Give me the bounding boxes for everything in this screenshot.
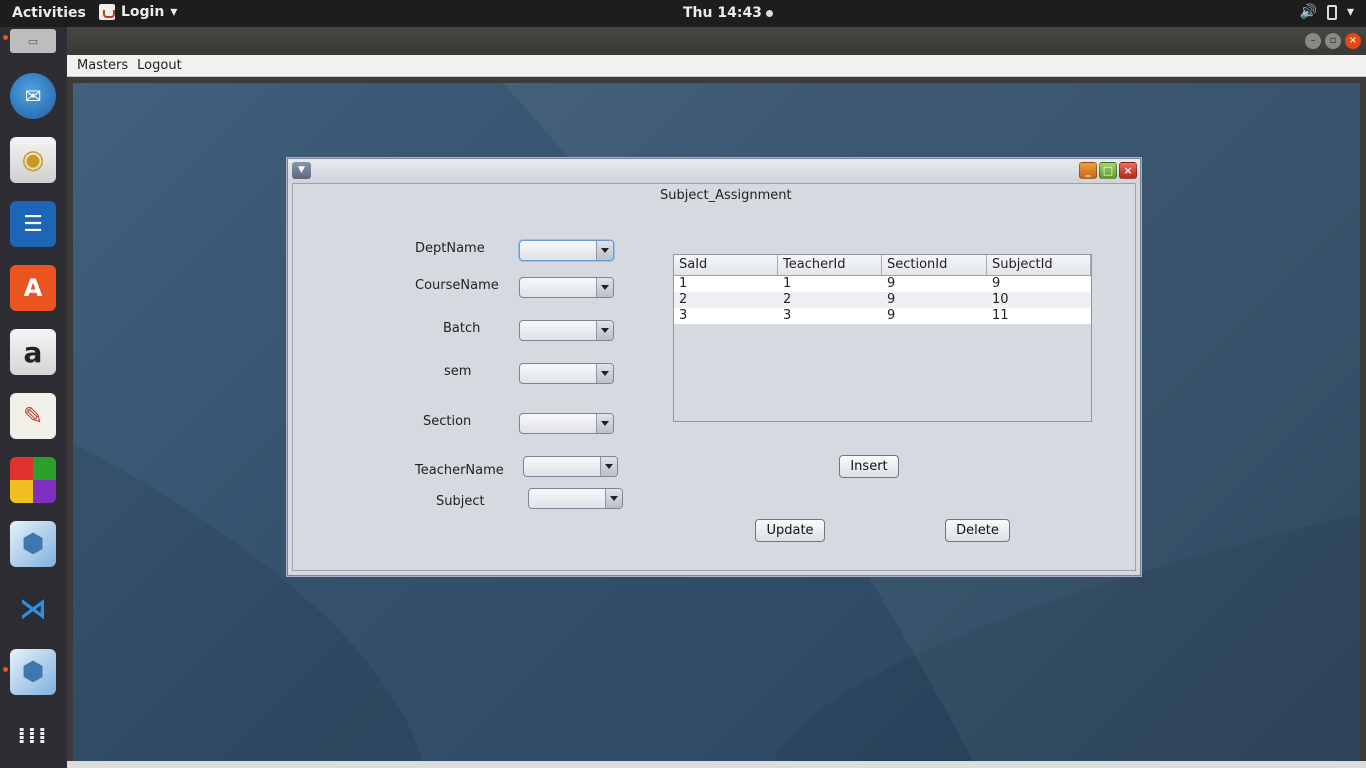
thunderbird-icon[interactable]: ✉ (10, 73, 56, 119)
window-bottom-border (67, 761, 1366, 768)
table-cell: 1 (679, 276, 688, 291)
clock-text: Thu 14:43 (683, 5, 762, 21)
app-menu-label: Login (121, 4, 165, 20)
battery-icon (1326, 4, 1337, 20)
table-row[interactable]: 3 3 9 11 (674, 308, 1091, 324)
system-tray[interactable]: 🔊 ▾ (1300, 4, 1354, 20)
menu-logout[interactable]: Logout (137, 58, 182, 73)
table-cell: 2 (679, 292, 688, 307)
sem-combo[interactable] (519, 363, 614, 384)
top-bar: Activities Login ▾ Thu 14:43 🔊 ▾ (0, 0, 1366, 27)
main-window: – ▫ × Masters Logout ▼ _ □ × Subject_Ass… (67, 27, 1366, 768)
section-combo[interactable] (519, 413, 614, 434)
subject-combo[interactable] (528, 488, 623, 509)
clock[interactable]: Thu 14:43 (683, 5, 773, 21)
column-header[interactable]: SaId (674, 255, 778, 275)
app-menu[interactable]: Login ▾ (99, 4, 177, 20)
batch-label: Batch (443, 321, 481, 336)
dock: ▭ ✉ ◉ ☰ A a ✎ ⬢ ⋊ ⬢ ⁞⁞⁞ (0, 27, 67, 768)
table-cell: 10 (992, 292, 1009, 307)
table-cell: 2 (783, 292, 792, 307)
game-icon[interactable] (10, 457, 56, 503)
subject-assignment-window: ▼ _ □ × Subject_Assignment DeptName Cour… (287, 158, 1141, 576)
table-cell: 3 (679, 308, 688, 323)
minimize-icon[interactable]: _ (1079, 162, 1097, 179)
running-indicator-icon (3, 35, 8, 40)
assignment-table[interactable]: SaId TeacherId SectionId SubjectId 1 1 9… (673, 254, 1092, 422)
table-cell: 1 (783, 276, 792, 291)
maximize-icon[interactable]: □ (1099, 162, 1117, 179)
table-row[interactable]: 2 2 9 10 (674, 292, 1091, 308)
delete-button[interactable]: Delete (945, 519, 1010, 542)
chevron-down-icon (596, 414, 613, 433)
menu-bar: Masters Logout (67, 55, 1366, 77)
java-icon (99, 4, 115, 20)
show-apps-icon[interactable]: ⁞⁞⁞ (10, 713, 56, 759)
close-icon[interactable]: × (1345, 33, 1361, 49)
insert-button[interactable]: Insert (839, 455, 899, 478)
table-cell: 9 (887, 276, 896, 291)
section-label: Section (423, 414, 472, 429)
window-titlebar[interactable]: – ▫ × (67, 27, 1366, 55)
text-editor-icon[interactable]: ✎ (10, 393, 56, 439)
netbeans-running-icon[interactable]: ⬢ (10, 649, 56, 695)
table-cell: 11 (992, 308, 1009, 323)
column-header[interactable]: SectionId (882, 255, 987, 275)
dept-label: DeptName (415, 241, 485, 256)
batch-combo[interactable] (519, 320, 614, 341)
menu-masters[interactable]: Masters (77, 58, 128, 73)
vscode-icon[interactable]: ⋊ (10, 585, 56, 631)
notification-dot-icon (765, 9, 773, 17)
course-label: CourseName (415, 278, 499, 293)
table-cell: 3 (783, 308, 792, 323)
chevron-down-icon: ▾ (1346, 4, 1354, 20)
chevron-down-icon (596, 278, 613, 297)
sem-label: sem (444, 364, 472, 379)
maximize-icon[interactable]: ▫ (1325, 33, 1341, 49)
teacher-label: TeacherName (415, 463, 504, 478)
dept-combo[interactable] (519, 240, 614, 261)
chevron-down-icon (600, 457, 617, 476)
files-icon[interactable]: ▭ (10, 29, 56, 53)
software-icon[interactable]: A (10, 265, 56, 311)
form-content: Subject_Assignment DeptName CourseName B… (292, 183, 1136, 571)
chevron-down-icon (596, 241, 613, 260)
table-cell: 9 (887, 292, 896, 307)
running-indicator-icon (3, 667, 8, 672)
writer-icon[interactable]: ☰ (10, 201, 56, 247)
update-button[interactable]: Update (755, 519, 825, 542)
chevron-down-icon (605, 489, 622, 508)
table-cell: 9 (992, 276, 1001, 291)
subject-label: Subject (436, 494, 485, 509)
desktop-pane: ▼ _ □ × Subject_Assignment DeptName Cour… (73, 83, 1360, 761)
chevron-down-icon (596, 321, 613, 340)
netbeans-icon[interactable]: ⬢ (10, 521, 56, 567)
internal-titlebar[interactable]: ▼ _ □ × (288, 159, 1140, 183)
course-combo[interactable] (519, 277, 614, 298)
teacher-combo[interactable] (523, 456, 618, 477)
rhythmbox-icon[interactable]: ◉ (10, 137, 56, 183)
form-title: Subject_Assignment (660, 188, 792, 203)
chevron-down-icon: ▾ (170, 4, 178, 20)
table-header: SaId TeacherId SectionId SubjectId (674, 255, 1091, 276)
chevron-down-icon (596, 364, 613, 383)
column-header[interactable]: SubjectId (987, 255, 1091, 275)
table-row[interactable]: 1 1 9 9 (674, 276, 1091, 292)
amazon-icon[interactable]: a (10, 329, 56, 375)
system-menu-icon[interactable]: ▼ (292, 162, 311, 179)
table-cell: 9 (887, 308, 896, 323)
column-header[interactable]: TeacherId (778, 255, 882, 275)
minimize-icon[interactable]: – (1305, 33, 1321, 49)
activities-button[interactable]: Activities (12, 5, 86, 21)
volume-icon: 🔊 (1299, 4, 1317, 20)
close-icon[interactable]: × (1119, 162, 1137, 179)
